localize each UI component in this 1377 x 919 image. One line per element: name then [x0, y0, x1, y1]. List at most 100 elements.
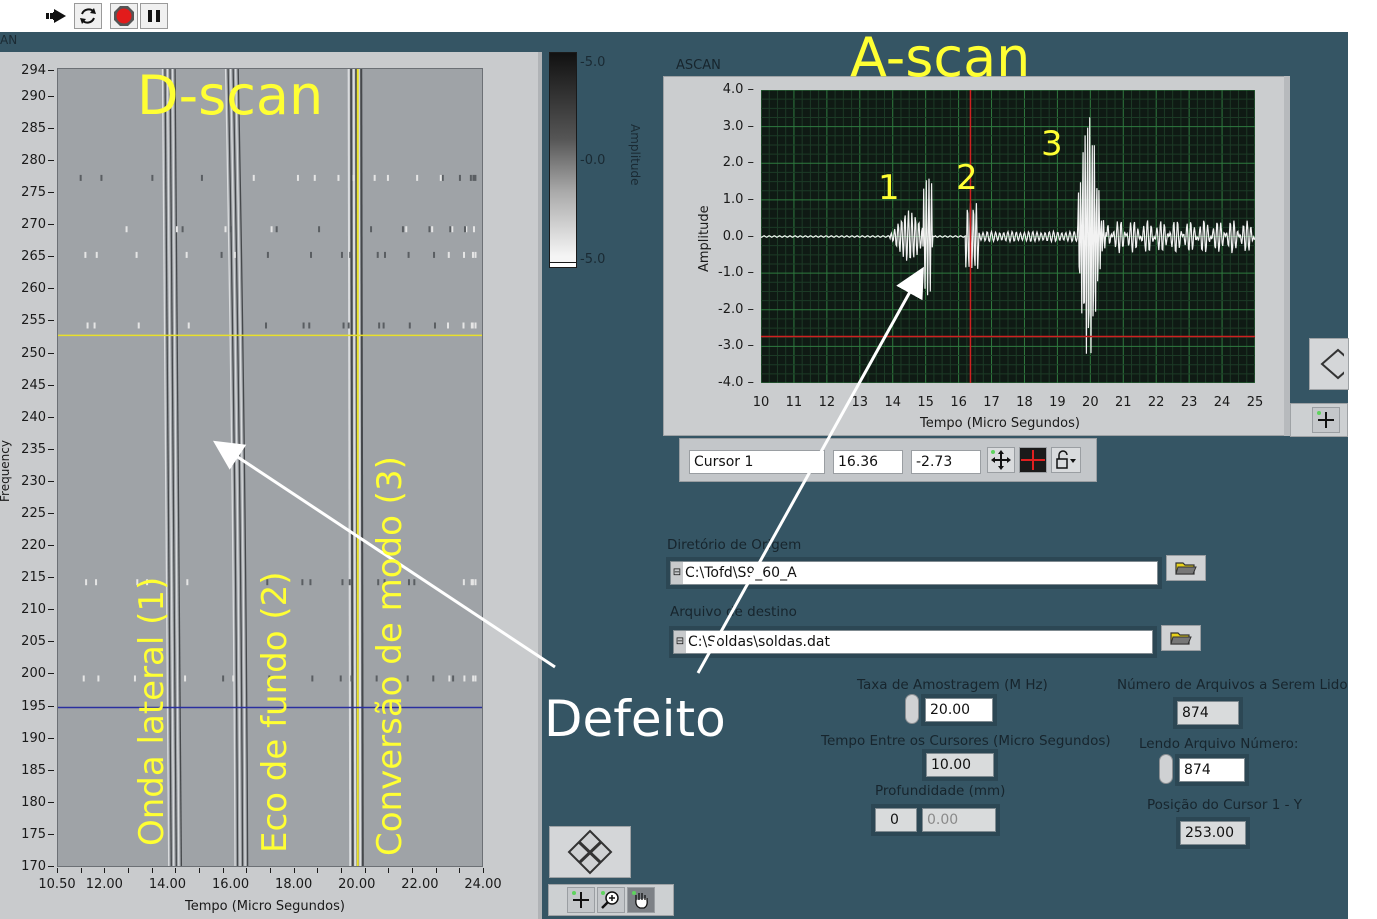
source-directory-field[interactable]: ⊟ C:\Tofd\S9_60_A: [670, 561, 1158, 585]
dscan-noise-pixel: [339, 675, 342, 682]
ascan-plot-area[interactable]: [761, 90, 1255, 383]
dscan-x-tick-mark: [175, 868, 177, 873]
dscan-x-tick-mark: [364, 868, 366, 873]
dscan-noise-pixel: [97, 675, 100, 682]
run-arrow-button[interactable]: [42, 3, 70, 29]
pause-button[interactable]: [140, 3, 168, 29]
ascan-peak-label-1: 1: [878, 168, 900, 208]
ramp-label-mid: -0.0: [580, 153, 606, 168]
dscan-zoom-tool[interactable]: [597, 887, 625, 913]
num-files-field: 874: [1177, 701, 1239, 725]
dscan-x-tick-mark: [483, 868, 484, 873]
dscan-noise-pixel: [447, 322, 450, 329]
depth-label: Profundidade (mm): [875, 783, 1006, 799]
dscan-noise-pixel: [452, 675, 455, 682]
depth-index-field[interactable]: 0: [875, 808, 917, 832]
dscan-noise-pixel: [175, 226, 178, 233]
dscan-noise-pixel: [301, 579, 304, 586]
dscan-noise-pixel: [408, 322, 411, 329]
dscan-noise-pixel: [311, 675, 314, 682]
reading-file-field[interactable]: 874: [1179, 758, 1245, 782]
dscan-noise-pixel: [82, 675, 85, 682]
dscan-noise-pixel: [79, 174, 82, 181]
cursor-y-field[interactable]: -2.73: [911, 450, 981, 474]
source-browse-button[interactable]: [1166, 555, 1206, 581]
dscan-noise-pixel: [302, 322, 305, 329]
dscan-noise-pixel: [386, 174, 389, 181]
dscan-noise-pixel: [471, 322, 474, 329]
dscan-noise-pixel: [340, 251, 343, 258]
ramp-title: Amplitude: [628, 124, 642, 186]
dscan-noise-pixel: [463, 251, 466, 258]
dscan-noise-pixel: [341, 579, 344, 586]
ascan-panel-label: ASCAN: [676, 58, 721, 73]
dscan-noise-pixel: [382, 322, 385, 329]
destination-file-field[interactable]: ⊟ C:\Soldas\soldas.dat: [673, 630, 1153, 654]
dscan-noise-pixel: [313, 174, 316, 181]
dscan-noise-pixel: [471, 251, 474, 258]
sample-rate-field[interactable]: 20.00: [925, 698, 993, 722]
ascan-x-axis-title: Tempo (Micro Segundos): [920, 416, 1080, 431]
dscan-x-tick-label: 20.00: [338, 877, 376, 892]
dscan-x-axis-title: Tempo (Micro Segundos): [185, 899, 345, 914]
dscan-pan-tool[interactable]: [627, 887, 655, 913]
cursor-name-field[interactable]: Cursor 1: [689, 450, 825, 474]
dscan-noise-pixel: [405, 226, 408, 233]
reading-file-increment[interactable]: [1159, 754, 1173, 784]
run-continuously-button[interactable]: [74, 3, 102, 29]
ascan-cursor-tool[interactable]: [1312, 407, 1340, 433]
cursor-style-button[interactable]: [1019, 447, 1047, 473]
cursor-crosshair-icon: [1021, 450, 1045, 470]
amplitude-color-ramp[interactable]: [549, 52, 577, 268]
dscan-x-tick-mark: [270, 868, 271, 873]
dscan-x-tick-mark: [128, 868, 129, 873]
dscan-y-tick-label: 195: [0, 699, 54, 714]
cursor-lock-dropdown[interactable]: [1051, 447, 1081, 473]
dscan-x-tick-mark: [293, 868, 295, 873]
dscan-y-tick-label: 175: [0, 827, 54, 842]
dscan-noise-pixel: [151, 174, 154, 181]
dscan-noise-pixel: [350, 675, 353, 682]
dscan-x-tick-mark: [435, 868, 437, 873]
dscan-noise-pixel: [433, 251, 436, 258]
dscan-noise-pixel: [86, 322, 89, 329]
run-continuously-icon: [80, 8, 96, 24]
dscan-y-tick-label: 280: [0, 154, 54, 168]
ascan-x-tick-label: 20: [1082, 395, 1099, 410]
dscan-x-tick-mark: [151, 868, 153, 873]
cursor-move-button[interactable]: [987, 447, 1015, 473]
ascan-y-tick-label: -2.0 –: [718, 301, 754, 317]
dscan-noise-pixel: [270, 226, 273, 233]
ascan-pan-navigator[interactable]: [1309, 338, 1349, 390]
cursor-position-label: Posição do Cursor 1 - Y: [1147, 797, 1303, 813]
dscan-pan-navigator[interactable]: [549, 826, 631, 878]
sample-rate-increment[interactable]: [905, 694, 919, 724]
folder-open-icon: [1170, 632, 1192, 645]
ascan-x-tick-label: 17: [983, 395, 1000, 410]
dscan-noise-pixel: [100, 174, 103, 181]
ascan-x-tick-label: 13: [851, 395, 869, 410]
dscan-noise-pixel: [474, 322, 477, 329]
time-between-cursors-field: 10.00: [926, 753, 994, 777]
abort-button[interactable]: [110, 3, 138, 29]
panel-title-fragment: AN: [0, 33, 18, 47]
destination-browse-button[interactable]: [1161, 625, 1201, 651]
cursor-x-field[interactable]: 16.36: [833, 450, 903, 474]
dscan-x-tick-mark: [104, 868, 106, 873]
dscan-noise-pixel: [84, 251, 87, 258]
dscan-noise-pixel: [449, 226, 452, 233]
dscan-x-tick-label: 16.00: [211, 877, 250, 892]
dscan-cursor-tool[interactable]: [567, 887, 595, 913]
dscan-echo-band: [350, 69, 354, 866]
ascan-y-tick-label: -3.0 –: [718, 338, 754, 354]
dscan-y-tick-label: 294: [0, 64, 54, 78]
dscan-noise-pixel: [370, 226, 373, 233]
dscan-echo-band: [347, 69, 352, 866]
dscan-noise-pixel: [349, 251, 352, 258]
source-directory-label: Diretório de Origem: [667, 537, 802, 553]
dscan-x-tick-label: 14.00: [148, 877, 187, 892]
backwall-echo-annotation: Eco de fundo (2): [255, 571, 295, 853]
path-browse-prefix-icon: ⊟: [671, 562, 683, 584]
zoom-magnifier-icon: [601, 891, 619, 909]
dscan-noise-pixel: [474, 251, 477, 258]
